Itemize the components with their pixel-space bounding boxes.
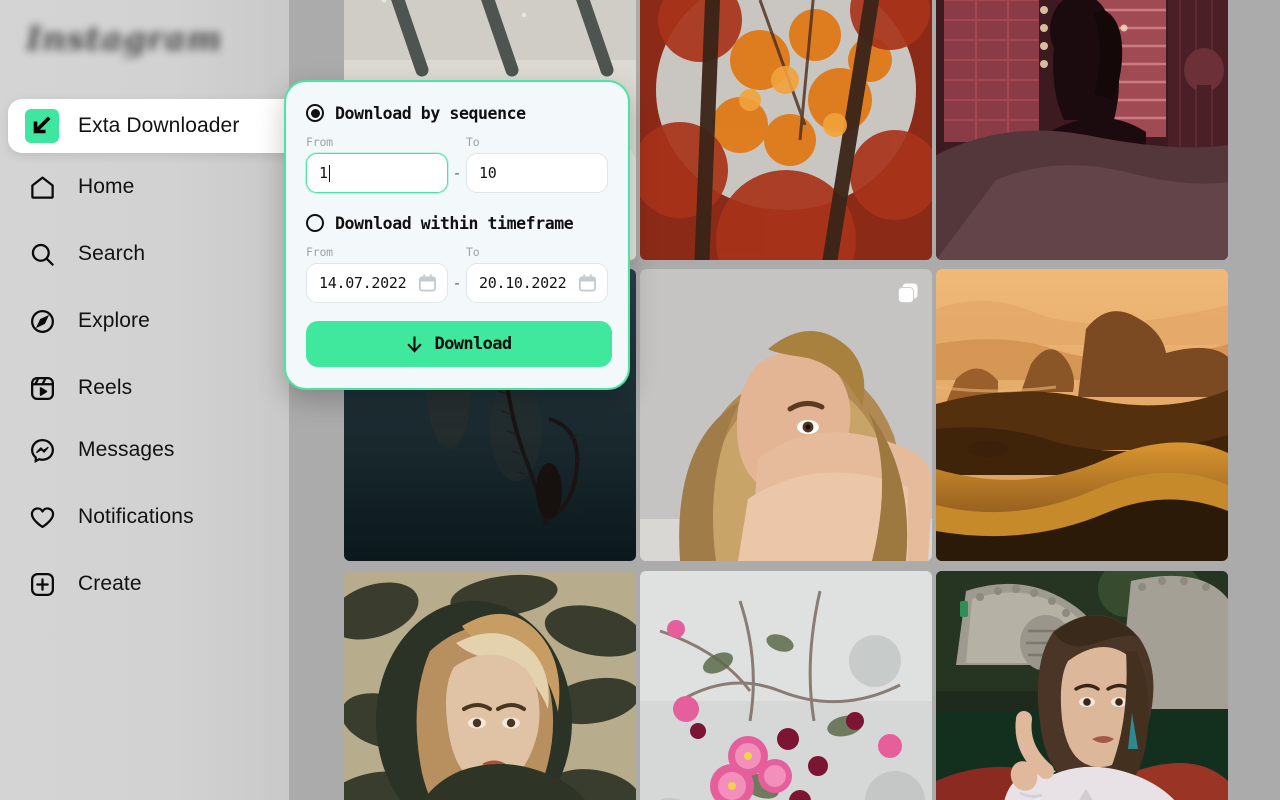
timeframe-from-label: From (306, 245, 333, 259)
sidebar-item-label: Exta Downloader (78, 114, 240, 137)
grid-tile[interactable] (344, 571, 636, 800)
sidebar-item-create[interactable]: Create (8, 557, 300, 611)
tile-artwork-blonde-portrait (640, 269, 932, 561)
compass-icon (22, 301, 62, 341)
text-caret (328, 164, 331, 182)
sequence-from-input[interactable]: 1 (306, 153, 448, 193)
download-button[interactable]: Download (306, 321, 612, 367)
home-icon (22, 167, 62, 207)
timeframe-to-label: To (466, 245, 480, 259)
radio-label-timeframe: Download within timeframe (335, 213, 574, 233)
radio-button-timeframe[interactable] (306, 214, 324, 232)
timeframe-to-field: To 20.10.2022 (466, 245, 608, 303)
timeframe-from-value: 14.07.2022 (319, 274, 407, 292)
grid-tile[interactable] (640, 571, 932, 800)
download-button-label: Download (434, 334, 512, 354)
sequence-to-label: To (466, 135, 480, 149)
sequence-range-fields: From 1 - To 10 (306, 135, 608, 193)
sidebar-item-notifications[interactable]: Notifications (8, 490, 300, 544)
instagram-wordmark-logo: Instagram (26, 18, 222, 58)
radio-button-sequence[interactable] (306, 104, 324, 122)
sidebar-item-label: Create (78, 572, 142, 595)
sidebar-item-search[interactable]: Search (8, 227, 300, 281)
sidebar-item-reels[interactable]: Reels (8, 361, 300, 415)
sequence-to-value: 10 (479, 164, 497, 182)
tile-artwork-vintage-car-portrait (936, 571, 1228, 800)
sidebar-item-label: Search (78, 242, 146, 265)
sidebar-item-label: Notifications (78, 505, 194, 528)
radio-option-download-by-sequence[interactable]: Download by sequence (306, 100, 608, 126)
timeframe-to-input[interactable]: 20.10.2022 (466, 263, 608, 303)
sequence-from-field: From 1 (306, 135, 448, 193)
exta-logo-icon (22, 106, 62, 146)
grid-tile[interactable] (640, 0, 932, 260)
sidebar-item-exta-downloader[interactable]: Exta Downloader (8, 99, 300, 153)
calendar-icon[interactable] (578, 274, 597, 293)
grid-tile[interactable] (936, 269, 1228, 561)
download-options-popup: Download by sequence From 1 - To 10 Down… (284, 80, 630, 390)
sequence-from-label: From (306, 135, 333, 149)
app-root: Instagram Exta Downloader Home Search Ex… (0, 0, 1280, 800)
reels-icon (22, 368, 62, 408)
calendar-icon[interactable] (418, 274, 437, 293)
heart-icon (22, 497, 62, 537)
tile-artwork-green-coat-portrait (344, 571, 636, 800)
carousel-icon (898, 283, 918, 303)
sidebar-item-home[interactable]: Home (8, 160, 300, 214)
radio-option-download-within-timeframe[interactable]: Download within timeframe (306, 210, 608, 236)
sidebar-item-messages[interactable]: Messages (8, 423, 300, 477)
messenger-icon (22, 430, 62, 470)
plus-square-icon (22, 564, 62, 604)
sequence-to-input[interactable]: 10 (466, 153, 608, 193)
sequence-range-separator: - (452, 164, 462, 182)
sidebar-item-explore[interactable]: Explore (8, 294, 300, 348)
sidebar-item-label: Reels (78, 376, 133, 399)
tile-artwork-desert-dunes (936, 269, 1228, 561)
tile-artwork-blossoms (640, 571, 932, 800)
down-left-arrow-icon (33, 116, 51, 134)
timeframe-from-field: From 14.07.2022 (306, 245, 448, 303)
sidebar-item-label: Home (78, 175, 135, 198)
grid-tile[interactable] (936, 0, 1228, 260)
download-arrow-icon (407, 335, 423, 353)
timeframe-range-fields: From 14.07.2022 - To 20.10.2022 (306, 245, 608, 303)
grid-tile[interactable] (936, 571, 1228, 800)
sidebar-item-label: Messages (78, 438, 175, 461)
sidebar: Instagram Exta Downloader Home Search Ex… (0, 0, 300, 800)
timeframe-from-input[interactable]: 14.07.2022 (306, 263, 448, 303)
timeframe-range-separator: - (452, 274, 462, 292)
radio-label-sequence: Download by sequence (335, 103, 526, 123)
tile-artwork-neon-bedroom (936, 0, 1228, 260)
sequence-from-value: 1 (319, 164, 328, 182)
sidebar-item-label: Explore (78, 309, 150, 332)
tile-artwork-autumn-leaves (640, 0, 932, 260)
search-icon (22, 234, 62, 274)
grid-tile[interactable] (640, 269, 932, 561)
timeframe-to-value: 20.10.2022 (479, 274, 567, 292)
sequence-to-field: To 10 (466, 135, 608, 193)
